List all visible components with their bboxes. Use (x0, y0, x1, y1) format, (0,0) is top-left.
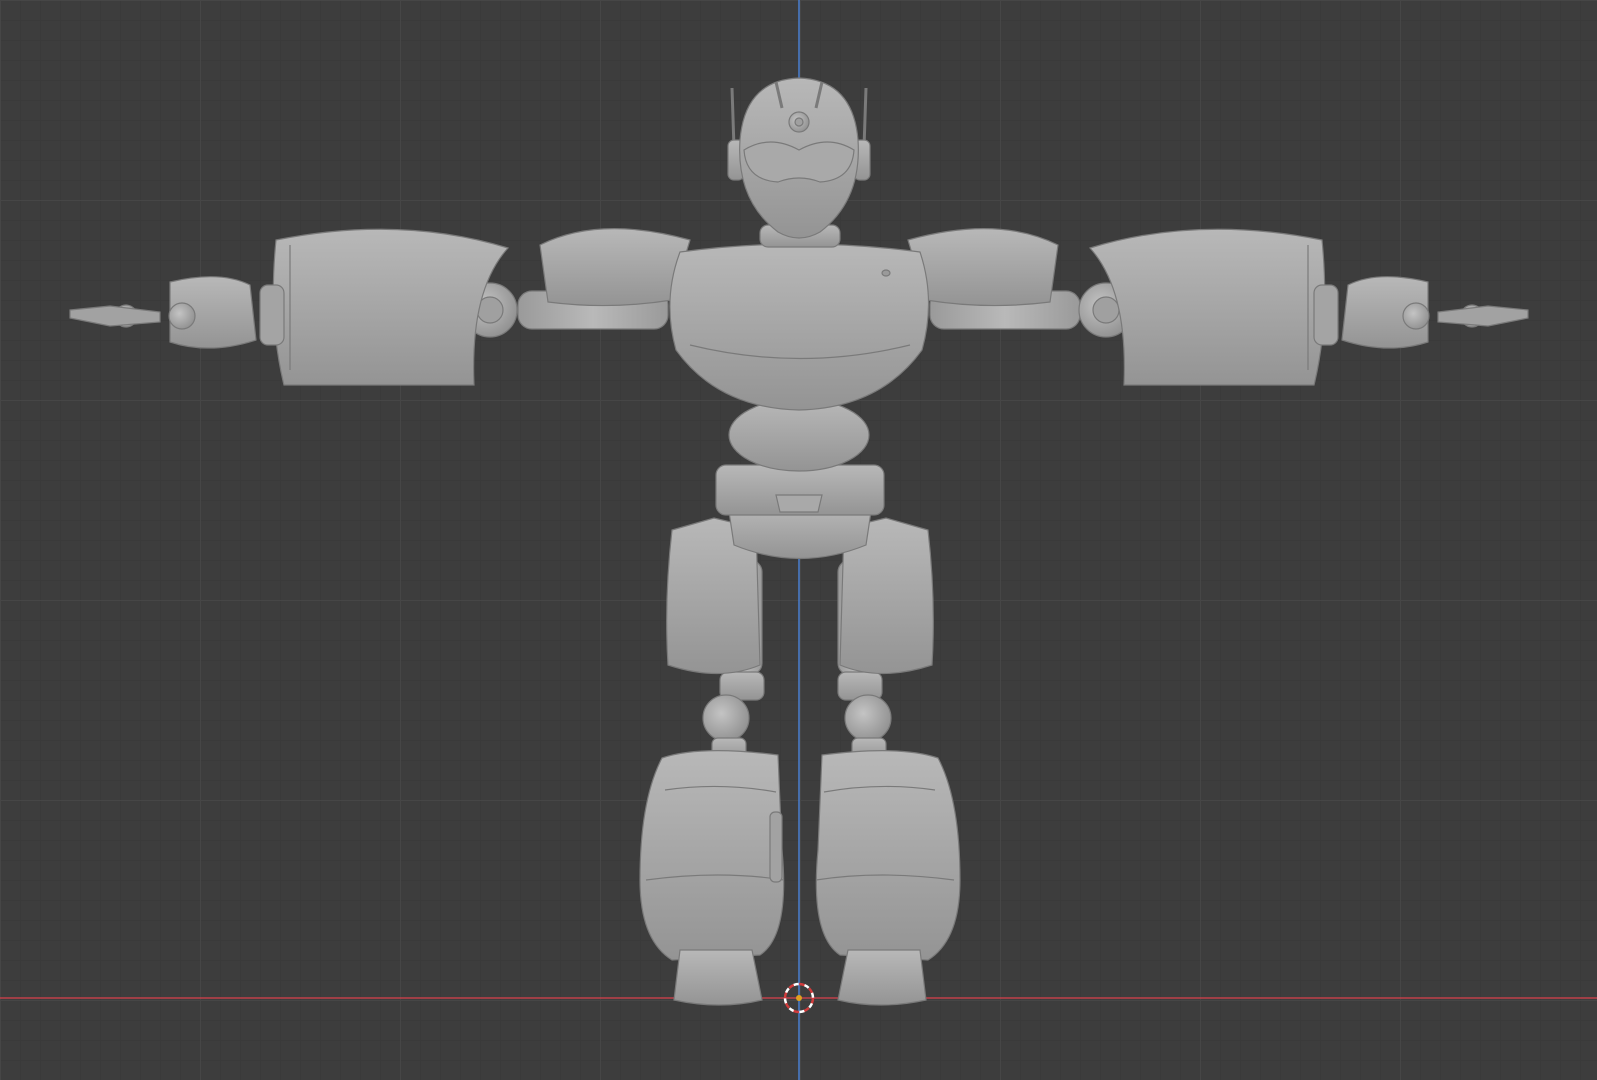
left-leg[interactable] (639, 517, 785, 1006)
robot-head[interactable] (727, 77, 871, 239)
3d-viewport[interactable] (0, 0, 1597, 1080)
right-arm[interactable] (907, 228, 1529, 386)
viewport-scene[interactable] (0, 0, 1597, 1080)
torso[interactable] (669, 243, 930, 411)
left-arm[interactable] (69, 228, 691, 386)
right-leg[interactable] (815, 517, 961, 1006)
